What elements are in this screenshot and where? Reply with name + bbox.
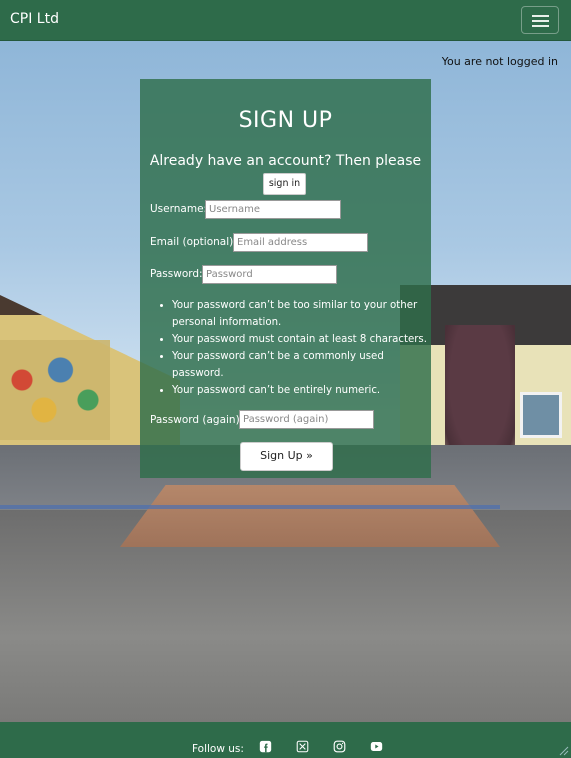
password-rule: Your password can’t be a commonly used p… (172, 348, 432, 382)
signup-panel: SIGN UP Already have an account? Then pl… (140, 79, 431, 478)
brand-link[interactable]: CPI Ltd (10, 11, 59, 27)
email-label: Email (optional): (150, 236, 237, 248)
username-label: Username: (150, 203, 208, 215)
page-title: SIGN UP (238, 108, 333, 133)
password-label: Password: (150, 268, 203, 280)
resize-handle-icon[interactable] (559, 746, 569, 756)
email-input[interactable]: Email address (233, 233, 368, 252)
youtube-icon[interactable] (370, 740, 383, 753)
x-twitter-icon[interactable] (296, 740, 309, 753)
password-rules: Your password can’t be too similar to yo… (158, 297, 432, 399)
hamburger-menu-icon[interactable] (521, 6, 559, 34)
navbar: CPI Ltd (0, 0, 571, 41)
signin-button[interactable]: sign in (263, 173, 306, 195)
password2-label: Password (again): (150, 414, 244, 426)
signup-submit-button[interactable]: Sign Up » (240, 442, 333, 471)
follow-us-label: Follow us: (192, 743, 244, 755)
signin-prompt: Already have an account? Then please (149, 153, 422, 169)
password-rule: Your password can’t be too similar to yo… (172, 297, 432, 331)
password-rule: Your password can’t be entirely numeric. (172, 382, 432, 399)
username-input[interactable]: Username (205, 200, 341, 219)
footer: Follow us: (0, 722, 571, 758)
password2-input[interactable]: Password (again) (239, 410, 374, 429)
password-rule: Your password must contain at least 8 ch… (172, 331, 432, 348)
facebook-icon[interactable] (259, 740, 272, 753)
instagram-icon[interactable] (333, 740, 346, 753)
login-status: You are not logged in (441, 55, 558, 68)
password-input[interactable]: Password (202, 265, 337, 284)
